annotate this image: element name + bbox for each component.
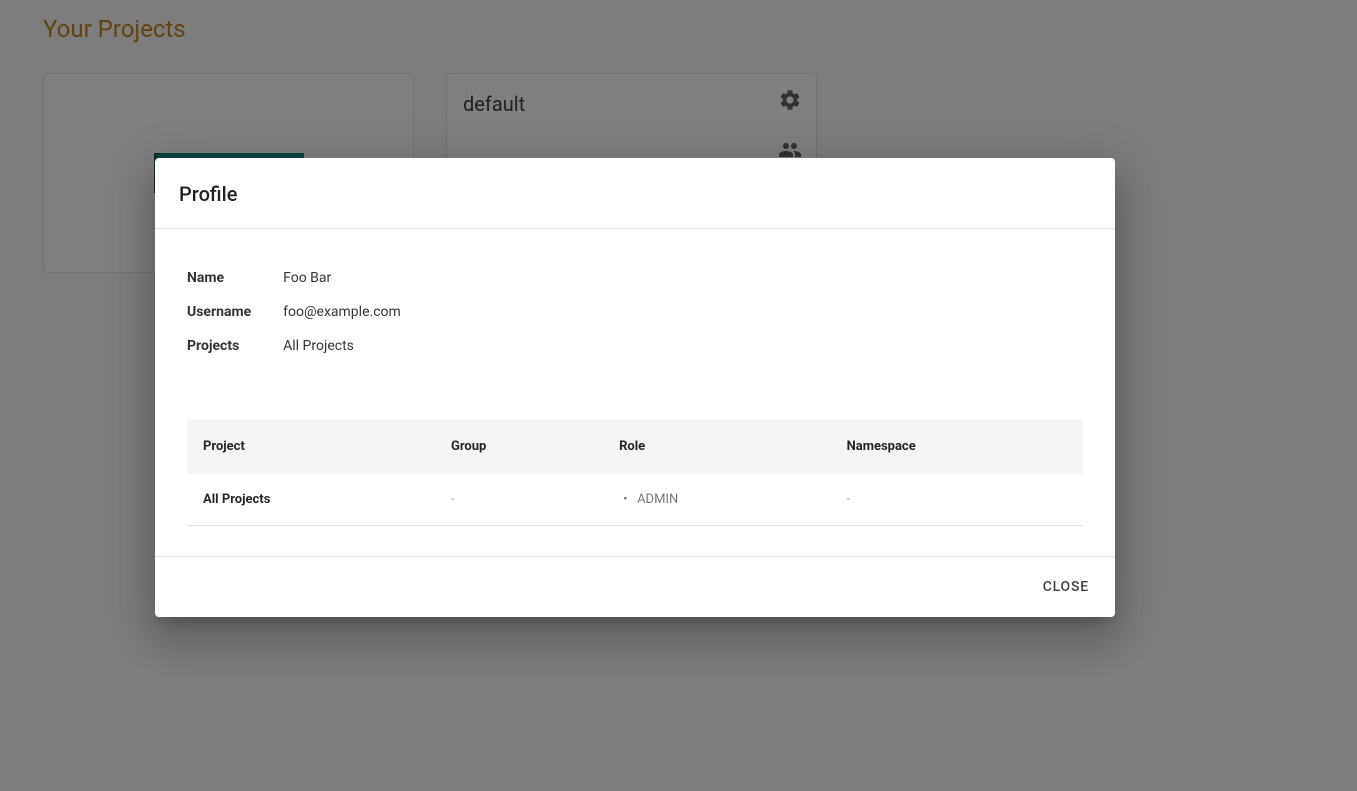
col-namespace: Namespace	[831, 419, 1083, 474]
info-username-label: Username	[187, 295, 283, 329]
dialog-header: Profile	[155, 158, 1115, 229]
info-name-label: Name	[187, 261, 283, 295]
dialog-body: Name Foo Bar Username foo@example.com Pr…	[155, 229, 1115, 556]
roles-table: Project Group Role Namespace All Project…	[187, 419, 1083, 526]
col-group: Group	[435, 419, 603, 474]
profile-info-table: Name Foo Bar Username foo@example.com Pr…	[187, 261, 401, 363]
info-name-value: Foo Bar	[283, 261, 401, 295]
table-row: All Projects - ADMIN -	[187, 474, 1083, 526]
cell-namespace: -	[831, 474, 1083, 526]
role-item: ADMIN	[619, 492, 814, 507]
close-button[interactable]: CLOSE	[1033, 569, 1099, 605]
cell-group: -	[435, 474, 603, 526]
cell-role: ADMIN	[603, 474, 830, 526]
info-username-value: foo@example.com	[283, 295, 401, 329]
info-projects-label: Projects	[187, 329, 283, 363]
info-projects-value: All Projects	[283, 329, 401, 363]
col-role: Role	[603, 419, 830, 474]
dialog-footer: CLOSE	[155, 556, 1115, 617]
dialog-title: Profile	[179, 182, 1091, 206]
profile-dialog: Profile Name Foo Bar Username foo@exampl…	[155, 158, 1115, 617]
col-project: Project	[187, 419, 435, 474]
cell-project: All Projects	[187, 474, 435, 526]
table-header-row: Project Group Role Namespace	[187, 419, 1083, 474]
